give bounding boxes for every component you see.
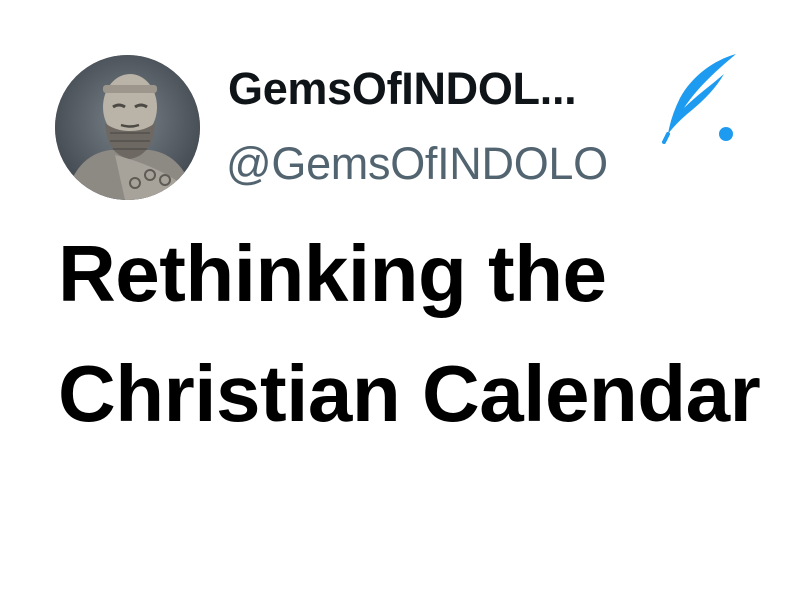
quill-icon bbox=[662, 54, 736, 144]
display-name[interactable]: GemsOfINDOL... bbox=[228, 66, 577, 111]
bearded-statue-avatar-icon bbox=[55, 55, 200, 200]
avatar[interactable] bbox=[55, 55, 200, 200]
user-handle[interactable]: @GemsOfINDOLO bbox=[226, 141, 608, 186]
post-card: GemsOfINDOL... @GemsOfINDOLO Rethinking … bbox=[0, 0, 800, 600]
post-headline: Rethinking the Christian Calendar bbox=[58, 229, 761, 438]
